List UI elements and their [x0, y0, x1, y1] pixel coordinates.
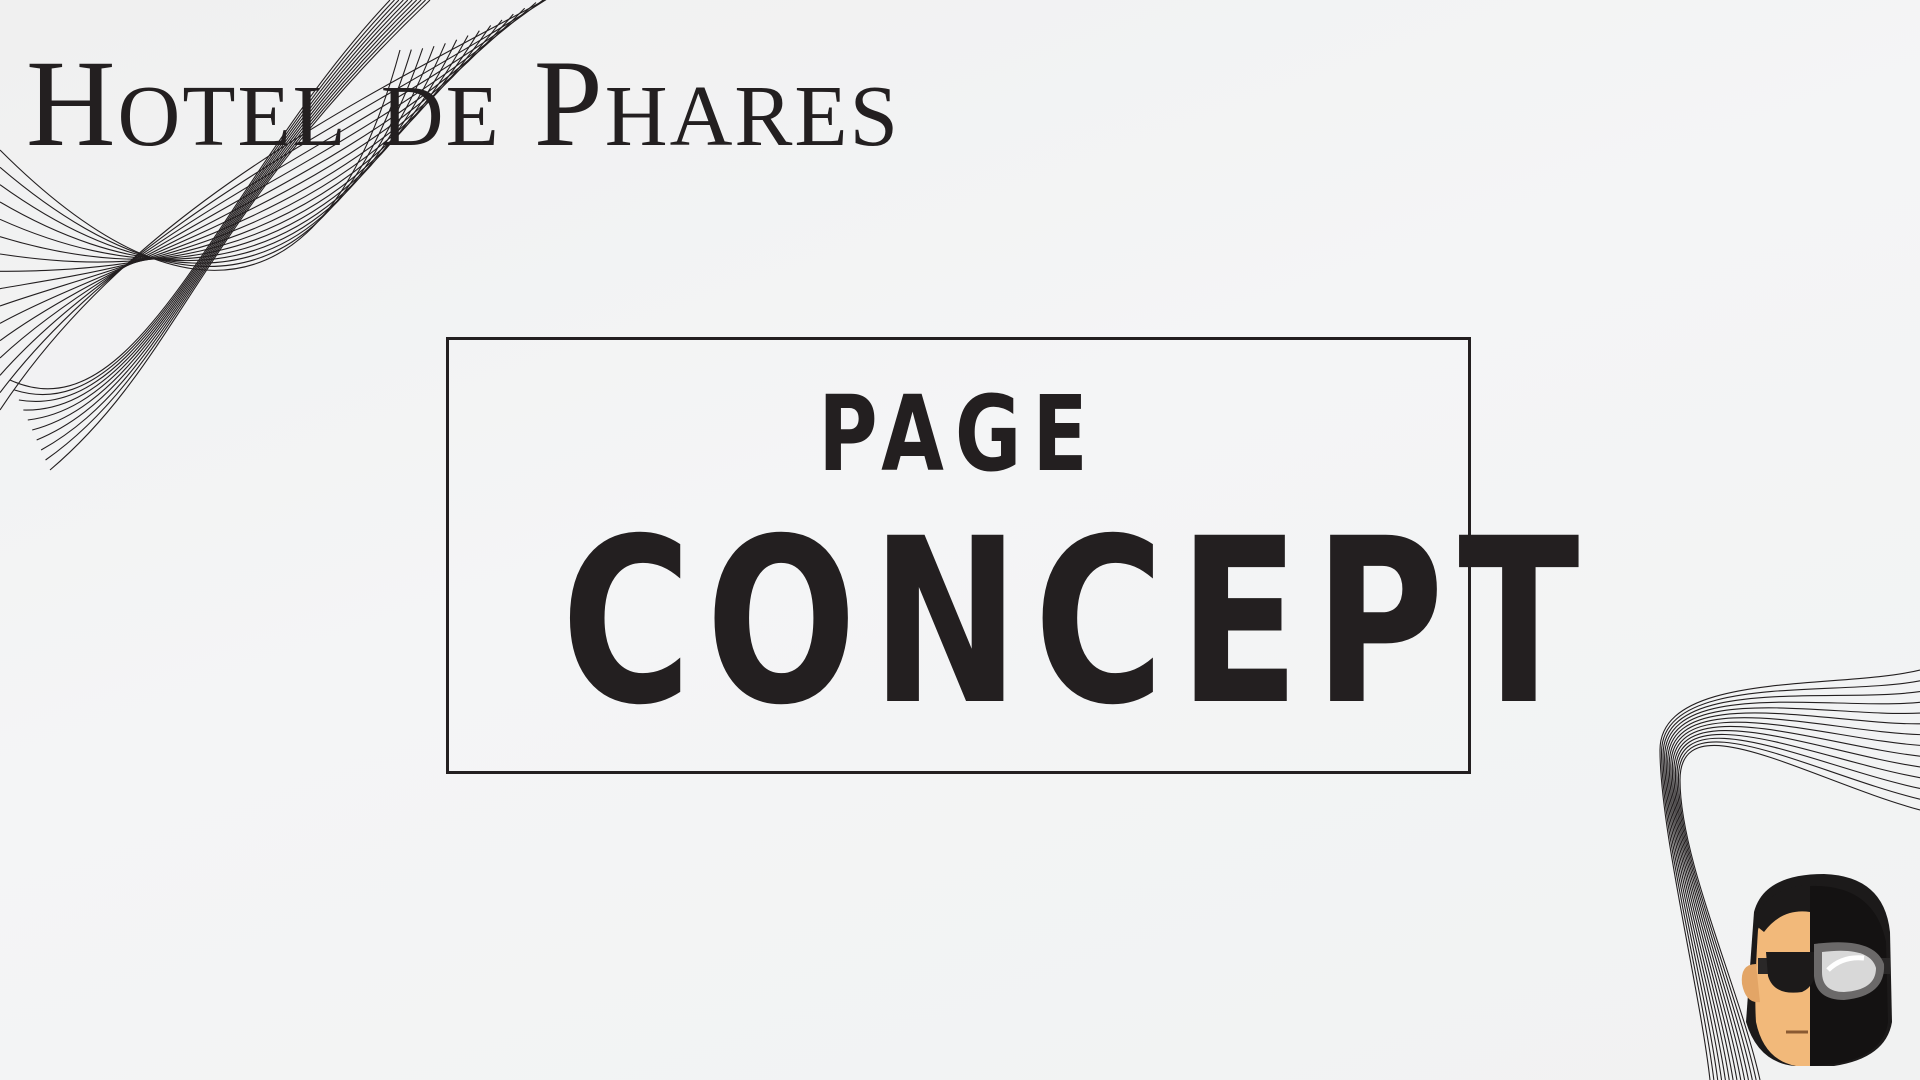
page-title-line-2: CONCEPT — [561, 489, 1594, 755]
page-title-line-1: PAGE — [818, 373, 1099, 495]
avatar-icon — [1741, 874, 1892, 1066]
hotel-logo-title: Hotel de Phares — [26, 35, 900, 172]
page-title-frame: PAGE CONCEPT — [446, 337, 1594, 774]
